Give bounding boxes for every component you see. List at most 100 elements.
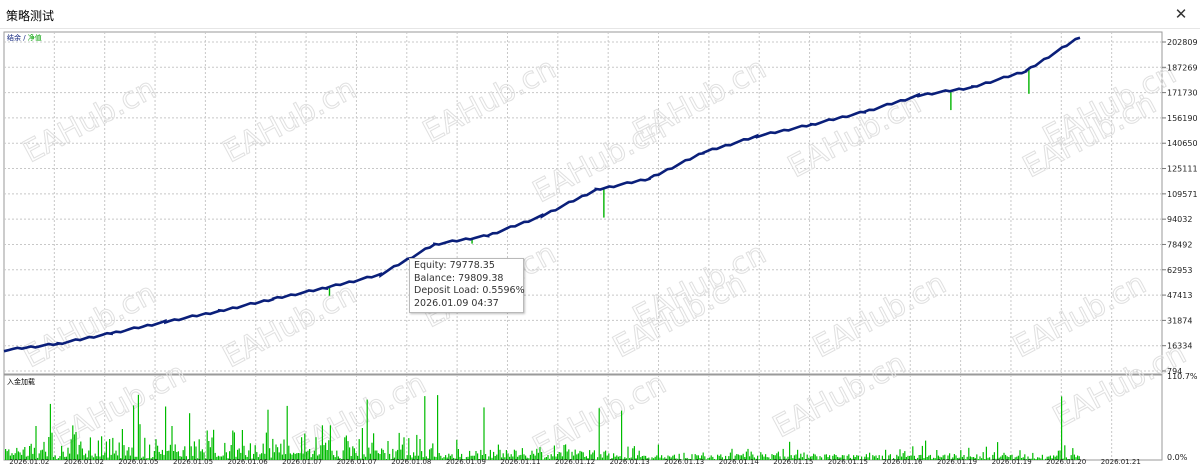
deposit-load-bar [435, 457, 436, 460]
deposit-load-bar [543, 460, 544, 461]
deposit-load-bar [242, 430, 243, 460]
deposit-load-bar [605, 451, 606, 460]
deposit-load-bar [1042, 455, 1043, 460]
deposit-load-bar [171, 426, 172, 460]
deposit-load-bar [927, 457, 928, 460]
deposit-load-bar [819, 456, 820, 460]
deposit-load-legend: 入金加载 [7, 377, 35, 387]
deposit-load-bar [199, 439, 200, 460]
close-button[interactable]: ✕ [1170, 3, 1192, 25]
deposit-load-bar [287, 406, 288, 460]
deposit-load-bar [656, 455, 657, 460]
deposit-load-bar [1035, 459, 1036, 460]
deposit-load-bar [495, 456, 496, 460]
deposit-load-bar [5, 449, 6, 460]
deposit-load-bar [71, 439, 72, 460]
deposit-load-bar [104, 453, 105, 460]
deposit-load-bar [35, 426, 36, 460]
x-tick-label: 2026.01.06 [228, 458, 269, 464]
deposit-load-bar [159, 452, 160, 460]
deposit-load-bar [877, 458, 878, 460]
chart-area: EAHub.cnEAHub.cnEAHub.cnEAHub.cnEAHub.cn… [0, 28, 1200, 464]
deposit-load-bar [767, 457, 768, 460]
deposit-load-bar [621, 411, 622, 460]
deposit-load-bar [56, 459, 57, 460]
deposit-load-bar [301, 437, 302, 460]
deposit-load-bar [408, 438, 409, 460]
y-tick-label: 140650 [1167, 139, 1198, 148]
deposit-load-bar [266, 433, 267, 460]
deposit-load-bar [711, 455, 712, 460]
x-tick-label: 2026.01.11 [500, 458, 540, 464]
deposit-load-bar [706, 459, 707, 460]
deposit-load-bar [403, 437, 404, 460]
deposit-load-bar [602, 458, 603, 460]
deposit-load-bar [984, 459, 985, 460]
deposit-load-bar [109, 439, 110, 460]
deposit-load-bar [111, 455, 112, 460]
deposit-load-bar [768, 457, 769, 460]
deposit-load-bar [986, 447, 987, 460]
deposit-load-bar [658, 445, 659, 460]
x-axis-ticks: 2026.01.022026.01.022026.01.052026.01.05… [9, 458, 1141, 464]
deposit-load-bar [487, 459, 488, 460]
deposit-load-bar [933, 458, 934, 460]
deposit-load-bar [48, 437, 49, 460]
deposit-load-bar [322, 425, 323, 460]
deposit-load-bar [930, 455, 931, 460]
deposit-load-bar [818, 460, 819, 461]
deposit-load-bar [304, 434, 305, 460]
deposit-load-bar [133, 405, 134, 460]
deposit-load-bar [978, 459, 979, 460]
deposit-load-bar [432, 443, 433, 460]
y-tick-label: 47413 [1167, 291, 1192, 300]
deposit-load-bar [935, 458, 936, 460]
deposit-load-bar [379, 454, 380, 460]
x-tick-label: 2026.01.02 [9, 458, 49, 464]
x-tick-label: 2026.01.09 [446, 458, 486, 464]
deposit-load-bar [74, 434, 75, 460]
legend-separator: / [21, 34, 28, 42]
deposit-load-bar [224, 443, 225, 460]
deposit-load-bar [323, 445, 324, 460]
deposit-load-bar [232, 431, 233, 461]
deposit-load-bar [90, 437, 91, 460]
deposit-load-bar [493, 452, 494, 460]
deposit-load-bar [541, 452, 542, 460]
deposit-load-bar [383, 450, 384, 460]
deposit-load-bar [979, 456, 980, 460]
x-tick-label: 2026.01.02 [64, 458, 104, 464]
deposit-load-bar [714, 459, 715, 460]
deposit-load-bar [816, 456, 817, 460]
deposit-load-bar [219, 456, 220, 460]
deposit-load-bar [330, 425, 331, 460]
deposit-load-bar [661, 455, 662, 460]
deposit-load-bar [362, 428, 363, 460]
deposit-load-bar [1039, 458, 1040, 460]
deposit-load-bar [333, 455, 334, 460]
y-tick-label: 62953 [1167, 266, 1192, 275]
deposit-load-bar [386, 459, 387, 460]
x-tick-label: 2026.01.08 [391, 458, 431, 464]
deposit-load-bar [551, 454, 552, 460]
data-tooltip: Equity: 79778.35 Balance: 79809.38 Depos… [409, 258, 524, 313]
y-axis-ticks-bottom: 110.7%0.0% [1167, 372, 1198, 462]
deposit-load-bar [381, 449, 382, 461]
y-tick-label: 125111 [1167, 165, 1198, 174]
deposit-load-bar [275, 445, 276, 461]
deposit-load-bar [1037, 457, 1038, 460]
y-tick-label: 109571 [1167, 190, 1198, 199]
deposit-load-bar [59, 456, 60, 460]
deposit-load-bar [821, 457, 822, 460]
deposit-load-bar [875, 456, 876, 461]
deposit-load-bar [101, 436, 102, 460]
y-tick-label: 78492 [1167, 240, 1192, 249]
deposit-load-bar [106, 442, 107, 461]
tooltip-time: 2026.01.09 04:37 [414, 298, 523, 311]
deposit-load-bar [215, 453, 216, 460]
deposit-load-bar [659, 458, 660, 460]
deposit-load-bar [344, 437, 345, 460]
deposit-load-bar [597, 457, 598, 460]
deposit-load-bar [107, 458, 108, 460]
deposit-load-bar [387, 441, 388, 460]
